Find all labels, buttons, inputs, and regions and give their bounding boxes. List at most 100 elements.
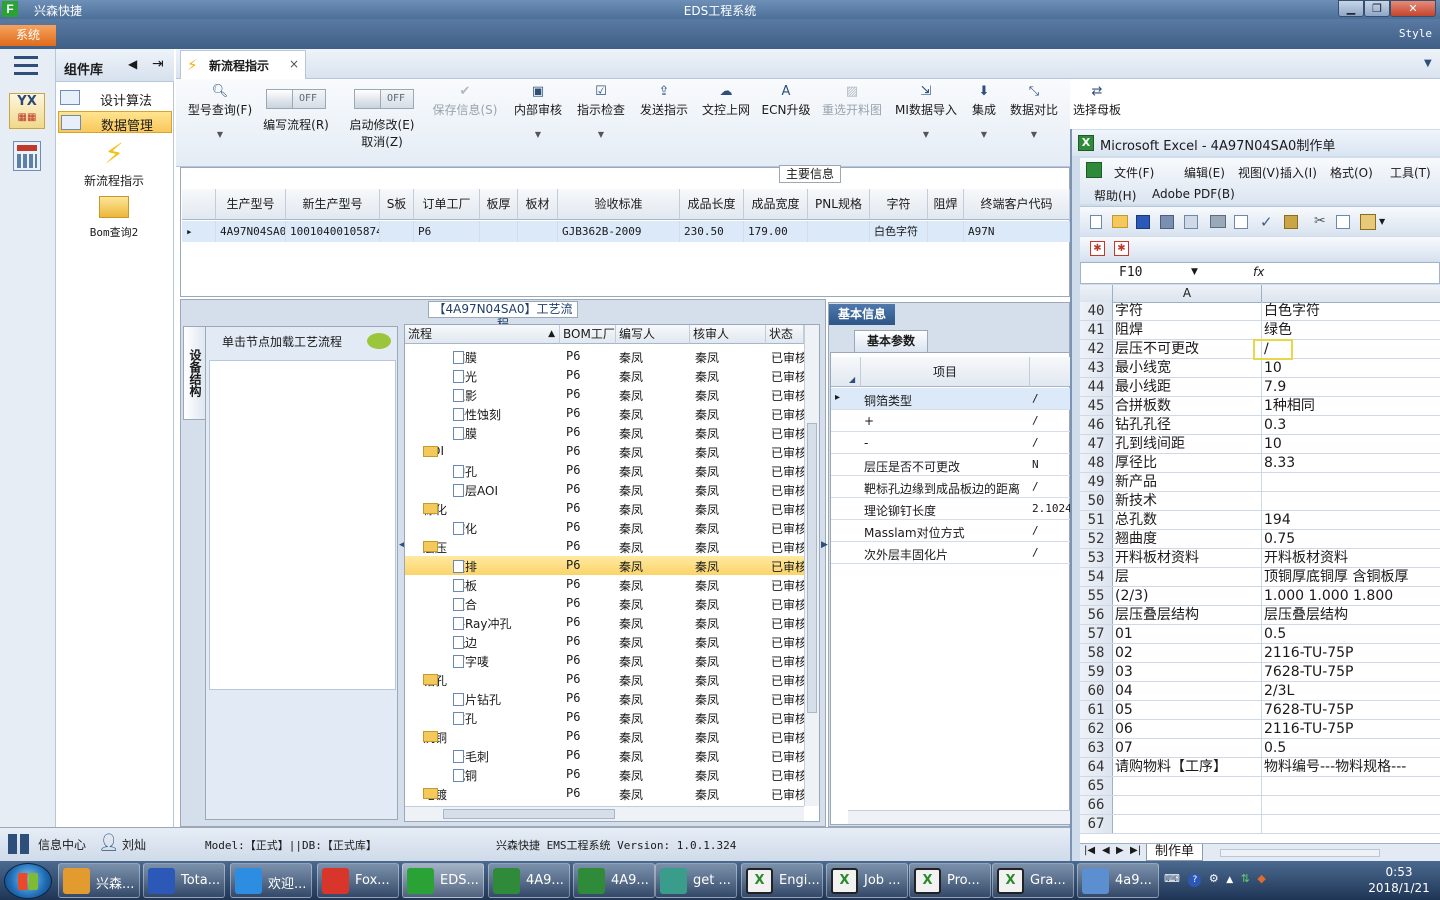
taskbar-item[interactable]: EDS... xyxy=(402,863,484,898)
row-number[interactable]: 41 xyxy=(1080,321,1113,339)
row-number[interactable]: 66 xyxy=(1080,796,1113,814)
column-header[interactable] xyxy=(1030,357,1070,387)
sheet-nav-first-icon[interactable]: |◀ xyxy=(1084,845,1095,856)
row-number[interactable]: 48 xyxy=(1080,454,1113,472)
cell-b[interactable]: 2/3L xyxy=(1264,682,1440,700)
launcher-new-flow[interactable]: ⚡ 新流程指示 xyxy=(60,138,168,189)
row-number[interactable]: 63 xyxy=(1080,739,1113,757)
cell-a[interactable] xyxy=(1115,815,1262,833)
research-icon[interactable] xyxy=(1284,215,1298,229)
tree-vertical-scrollbar[interactable] xyxy=(804,325,819,806)
cell-a[interactable]: 钻孔孔径 xyxy=(1115,416,1262,434)
cell-b[interactable]: 0.75 xyxy=(1264,530,1440,548)
cell-a[interactable]: 总孔数 xyxy=(1115,511,1262,529)
cell-a[interactable]: 新产品 xyxy=(1115,473,1262,491)
sheet-nav-prev-icon[interactable]: ◀ xyxy=(1102,845,1110,856)
row-number[interactable]: 57 xyxy=(1080,625,1113,643)
launcher-bom-query[interactable]: Bom查询2 xyxy=(60,196,168,240)
style-menu[interactable]: Style xyxy=(1399,27,1432,40)
cell-a[interactable]: 01 xyxy=(1115,625,1262,643)
keyboard-icon[interactable]: ⌨ xyxy=(1164,872,1180,885)
volume-icon[interactable]: ◆ xyxy=(1257,872,1265,885)
cell-b[interactable]: 7.9 xyxy=(1264,378,1440,396)
yx-module-icon[interactable]: YX ▦▦ xyxy=(9,93,45,129)
grid-cell[interactable] xyxy=(480,221,518,242)
cell-a[interactable]: 合拼板数 xyxy=(1115,397,1262,415)
column-header[interactable]: 订单工厂 xyxy=(414,189,480,220)
row-number[interactable]: 51 xyxy=(1080,511,1113,529)
internal-review-button[interactable]: ▣ 内部审核 ▼ xyxy=(510,84,566,139)
taskbar-item[interactable]: 4a9... xyxy=(1077,863,1159,898)
splitter-right-icon[interactable]: ▶ xyxy=(821,540,828,550)
send-instruction-button[interactable]: ⇪ 发送指示 xyxy=(636,84,692,118)
instruction-check-button[interactable]: ☑ 指示检查 ▼ xyxy=(572,84,630,139)
sheet-nav-last-icon[interactable]: ▶| xyxy=(1130,845,1141,856)
row-number[interactable]: 40 xyxy=(1080,302,1113,320)
row-number[interactable]: 52 xyxy=(1080,530,1113,548)
basic-horizontal-scrollbar[interactable] xyxy=(848,810,1070,824)
tree-horizontal-scrollbar[interactable] xyxy=(405,806,804,821)
process-row[interactable]: 铝片钻孔 P6 秦凤 秦凤 已审核 xyxy=(405,689,819,708)
network-icon[interactable]: ⇅ xyxy=(1241,872,1250,885)
row-number[interactable]: 46 xyxy=(1080,416,1113,434)
tab-list-chevron-icon[interactable]: ▼ xyxy=(1424,58,1432,69)
basic-param-row[interactable]: ▸ 铜箔类型 / xyxy=(831,388,1070,410)
column-header[interactable]: 项目 xyxy=(861,357,1030,387)
cell-a[interactable]: 03 xyxy=(1115,663,1262,681)
grid-cell[interactable]: 4A97N04SA0 xyxy=(216,221,286,242)
column-header[interactable]: 新生产型号 xyxy=(286,189,380,220)
spelling-icon[interactable]: ✓ xyxy=(1260,213,1273,231)
process-row[interactable]: 酸性蚀刻 P6 秦凤 秦凤 已审核 xyxy=(405,404,819,423)
tab-basic-params[interactable]: 基本参数 xyxy=(854,330,928,352)
taskbar-item[interactable]: 4A9... xyxy=(573,863,655,898)
process-row[interactable]: 排板 P6 秦凤 秦凤 已审核 xyxy=(405,575,819,594)
doc-control-upload-button[interactable]: ☁ 文控上网 xyxy=(698,84,754,118)
cell-a[interactable]: 04 xyxy=(1115,682,1262,700)
mi-import-button[interactable]: ⇲ MI数据导入 ▼ xyxy=(892,84,960,139)
cut-icon[interactable]: ✂ xyxy=(1314,213,1326,229)
save-info-button[interactable]: ✔ 保存信息(S) xyxy=(428,84,502,118)
cell-b[interactable]: 白色字符 xyxy=(1264,302,1440,320)
excel-menu-view[interactable]: 视图(V) xyxy=(1238,164,1280,181)
reselect-chart-button[interactable]: ▨ 重选开料图 xyxy=(818,84,886,118)
pin-icon[interactable]: ⇥ xyxy=(152,56,164,72)
row-number[interactable]: 45 xyxy=(1080,397,1113,415)
cell-b[interactable]: 7628-TU-75P xyxy=(1264,701,1440,719)
cell-a[interactable]: 最小线宽 xyxy=(1115,359,1262,377)
excel-menu-insert[interactable]: 插入(I) xyxy=(1280,164,1317,181)
process-row[interactable]: 显影 P6 秦凤 秦凤 已审核 xyxy=(405,385,819,404)
grid-cell[interactable]: A97N xyxy=(964,221,1070,242)
grid-cell[interactable]: 10010400105874 xyxy=(286,221,380,242)
cell-a[interactable]: 层 xyxy=(1115,568,1262,586)
column-header[interactable]: 终端客户代码 xyxy=(964,189,1070,220)
copy-icon[interactable] xyxy=(1336,215,1350,229)
row-number[interactable]: 62 xyxy=(1080,720,1113,738)
row-number[interactable]: 55 xyxy=(1080,587,1113,605)
basic-param-row[interactable]: 层压是否不可更改 N xyxy=(831,454,1070,476)
pdf-convert-icon[interactable]: ✱ xyxy=(1090,241,1105,256)
speech-bubble-icon[interactable] xyxy=(367,333,391,349)
excel-menu-format[interactable]: 格式(O) xyxy=(1330,164,1373,181)
cell-a[interactable]: 阻焊 xyxy=(1115,321,1262,339)
select-mother-board-button[interactable]: ⇄ 选择母板 xyxy=(1066,84,1128,118)
tab-equipment-structure[interactable]: 设备结构 xyxy=(183,326,205,420)
paste-dropdown-icon[interactable]: ▼ xyxy=(1379,217,1385,226)
process-row[interactable]: −层压 P6 秦凤 秦凤 已审核 xyxy=(405,537,819,556)
column-header[interactable]: 核审人 xyxy=(690,325,766,344)
process-row[interactable]: 曝光 P6 秦凤 秦凤 已审核 xyxy=(405,366,819,385)
cell-b[interactable]: 开料板材资料 xyxy=(1264,549,1440,567)
column-header[interactable]: BOM工厂 xyxy=(560,325,616,344)
minimize-button[interactable]: ▁ xyxy=(1338,0,1364,17)
row-number[interactable]: 43 xyxy=(1080,359,1113,377)
column-header-a[interactable]: A xyxy=(1113,285,1262,303)
model-query-button[interactable]: 🔍︎ 型号查询(F) ▼ xyxy=(184,84,256,139)
cell-b[interactable]: 7628-TU-75P xyxy=(1264,663,1440,681)
windows-grid-icon[interactable] xyxy=(8,834,30,854)
column-header[interactable]: 编写人 xyxy=(616,325,690,344)
tab-new-flow-instruction[interactable]: ⚡ 新流程指示 × xyxy=(180,50,306,79)
integrate-button[interactable]: ⬇ 集成 ▼ xyxy=(966,84,1002,139)
row-number[interactable]: 47 xyxy=(1080,435,1113,453)
column-header[interactable]: 状态 xyxy=(766,325,804,344)
cell-b[interactable]: 顶铜厚底铜厚 含铜板厚 xyxy=(1264,568,1440,586)
cell-b[interactable] xyxy=(1264,815,1440,833)
